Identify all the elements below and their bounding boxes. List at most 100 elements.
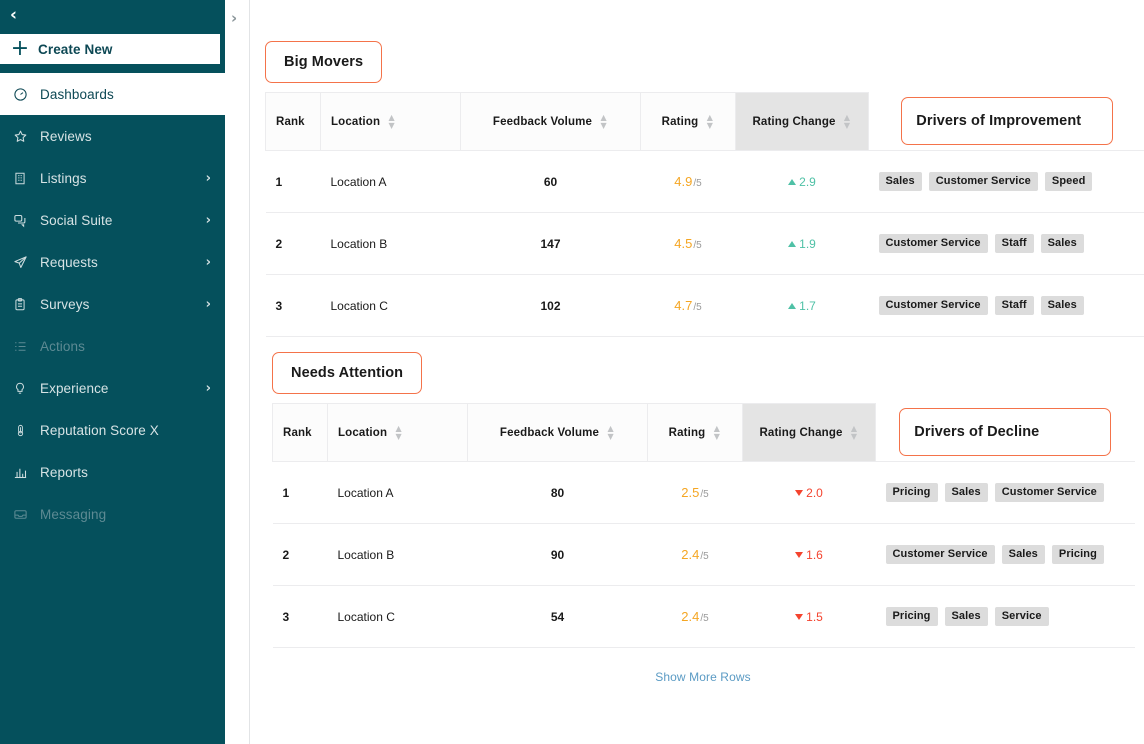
cell-drivers: Pricing Sales Customer Service: [876, 462, 1135, 524]
sort-icon-location-2[interactable]: ▲▼: [394, 425, 403, 441]
needs-attention-table: Rank Location▲▼ Feedback Volume▲▼ Rating…: [272, 403, 1135, 648]
cell-rating: 4.9/5: [641, 151, 736, 213]
table-row[interactable]: 1Location A604.9/52.9SalesCustomer Servi…: [266, 151, 1144, 213]
show-more-wrap: Show More Rows: [272, 648, 1134, 684]
sidebar-item-reviews[interactable]: Reviews: [0, 115, 225, 157]
chevron-right-icon[interactable]: ›: [206, 381, 211, 396]
cell-rank: 2: [273, 524, 328, 586]
driver-tag[interactable]: Sales: [945, 607, 988, 626]
driver-tag[interactable]: Sales: [945, 483, 988, 502]
triangle-up-icon: [788, 241, 796, 247]
rating-suffix: /5: [693, 302, 701, 313]
sort-icon-rating-change[interactable]: ▲▼: [843, 114, 852, 130]
col-feedback-volume-2[interactable]: Feedback Volume ▲▼: [468, 404, 648, 462]
sort-icon-rating-change-2[interactable]: ▲▼: [850, 425, 859, 441]
chevron-right-icon[interactable]: ›: [206, 171, 211, 186]
rating-change-indicator: 1.9: [788, 237, 816, 251]
driver-tag[interactable]: Sales: [1041, 296, 1084, 315]
plus-icon: +: [6, 38, 34, 60]
col-feedback-volume-2-label: Feedback Volume: [500, 427, 599, 439]
cell-location: Location B: [321, 213, 461, 275]
rating-change-indicator: 1.6: [795, 548, 823, 562]
send-icon: [0, 255, 40, 270]
sidebar-item-dashboards[interactable]: Dashboards: [0, 73, 225, 115]
col-rating[interactable]: Rating▲▼: [641, 93, 736, 151]
table-row[interactable]: 3Location C542.4/51.5PricingSalesService: [273, 586, 1135, 648]
rating-change-indicator: 2.9: [788, 175, 816, 189]
cell-drivers: Customer Service Sales Pricing: [876, 524, 1135, 586]
table-row[interactable]: 2Location B902.4/51.6Customer ServiceSal…: [273, 524, 1135, 586]
col-feedback-volume[interactable]: Feedback Volume▲▼: [461, 93, 641, 151]
driver-tag[interactable]: Customer Service: [995, 483, 1104, 502]
col-rating-change[interactable]: Rating Change▲▼: [736, 93, 869, 151]
triangle-down-icon: [795, 552, 803, 558]
section-needs-attention: Needs Attention Rank Location▲▼ Feedback…: [250, 337, 1144, 684]
driver-tag[interactable]: Pricing: [1052, 545, 1104, 564]
chevron-left-icon[interactable]: ‹: [10, 7, 17, 24]
sidebar-item-reputation-score-x[interactable]: Reputation Score X: [0, 409, 225, 451]
rating-change-value: 1.6: [806, 548, 823, 562]
bar-chart-icon: [0, 465, 40, 480]
driver-tag-list: Customer Service Sales Pricing: [886, 545, 1125, 564]
create-new-button[interactable]: + Create New: [0, 34, 220, 64]
driver-tag[interactable]: Sales: [1002, 545, 1045, 564]
needs-attention-table-head: Rank Location▲▼ Feedback Volume▲▼ Rating…: [273, 404, 1135, 462]
col-location-2[interactable]: Location▲▼: [328, 404, 468, 462]
big-movers-table-head: Rank Location▲▼ Feedback Volume▲▼ Rating…: [266, 93, 1144, 151]
show-more-rows-link[interactable]: Show More Rows: [655, 670, 750, 684]
cell-location: Location C: [321, 275, 461, 337]
driver-tag[interactable]: Pricing: [886, 607, 938, 626]
sidebar-item-actions[interactable]: Actions: [0, 325, 225, 367]
app-root: ‹ + Create New DashboardsReviewsListings…: [0, 0, 1144, 744]
driver-tag[interactable]: Customer Service: [879, 234, 988, 253]
main-content: Big Movers Rank Location▲▼ Feedback Volu…: [250, 0, 1144, 744]
sidebar-item-reports[interactable]: Reports: [0, 451, 225, 493]
driver-tag[interactable]: Sales: [1041, 234, 1084, 253]
sidebar-item-requests[interactable]: Requests›: [0, 241, 225, 283]
col-rating-change-2[interactable]: Rating Change▲▼: [743, 404, 876, 462]
chevron-right-icon[interactable]: ›: [206, 213, 211, 228]
driver-tag[interactable]: Sales: [879, 172, 922, 191]
sidebar-item-label: Requests: [40, 255, 206, 270]
sort-icon-rating-2[interactable]: ▲▼: [712, 425, 721, 441]
chevron-right-icon[interactable]: ›: [206, 297, 211, 312]
bulb-icon: [0, 381, 40, 396]
rating-value: 2.4: [681, 609, 699, 624]
sort-icon-feedback-volume[interactable]: ▲▼: [599, 114, 608, 130]
sidebar-item-experience[interactable]: Experience›: [0, 367, 225, 409]
chevron-right-icon[interactable]: ›: [231, 11, 237, 26]
driver-tag[interactable]: Staff: [995, 296, 1034, 315]
col-location[interactable]: Location▲▼: [321, 93, 461, 151]
rating-suffix: /5: [700, 613, 708, 624]
sidebar-item-surveys[interactable]: Surveys›: [0, 283, 225, 325]
table-row[interactable]: 2Location B1474.5/51.9Customer ServiceSt…: [266, 213, 1144, 275]
rating-change-indicator: 2.0: [795, 486, 823, 500]
cell-location: Location C: [328, 586, 468, 648]
sidebar-item-messaging[interactable]: Messaging: [0, 493, 225, 535]
rating-suffix: /5: [700, 551, 708, 562]
driver-tag[interactable]: Customer Service: [886, 545, 995, 564]
driver-tag[interactable]: Speed: [1045, 172, 1093, 191]
driver-tag[interactable]: Service: [995, 607, 1049, 626]
chevron-right-icon[interactable]: ›: [206, 255, 211, 270]
sort-icon-location[interactable]: ▲▼: [387, 114, 396, 130]
sort-icon-feedback-volume-2[interactable]: ▲▼: [606, 425, 615, 441]
col-rating-2[interactable]: Rating▲▼: [648, 404, 743, 462]
sidebar-item-social-suite[interactable]: Social Suite›: [0, 199, 225, 241]
table-row[interactable]: 3Location C1024.7/51.7Customer ServiceSt…: [266, 275, 1144, 337]
sidebar-item-listings[interactable]: Listings›: [0, 157, 225, 199]
driver-tag[interactable]: Staff: [995, 234, 1034, 253]
rating-value: 4.9: [674, 174, 692, 189]
cell-rating: 4.5/5: [641, 213, 736, 275]
cell-rating-change: 1.6: [743, 524, 876, 586]
driver-tag[interactable]: Customer Service: [879, 296, 988, 315]
cell-location: Location A: [328, 462, 468, 524]
sort-icon-rating[interactable]: ▲▼: [705, 114, 714, 130]
rating-change-value: 1.9: [799, 237, 816, 251]
driver-tag[interactable]: Pricing: [886, 483, 938, 502]
cell-rank: 1: [266, 151, 321, 213]
drivers-decline-highlight: Drivers of Decline: [899, 408, 1111, 456]
table-row[interactable]: 1Location A802.5/52.0PricingSalesCustome…: [273, 462, 1135, 524]
col-drivers-of-improvement: Drivers of Improvement: [869, 93, 1144, 151]
driver-tag[interactable]: Customer Service: [929, 172, 1038, 191]
